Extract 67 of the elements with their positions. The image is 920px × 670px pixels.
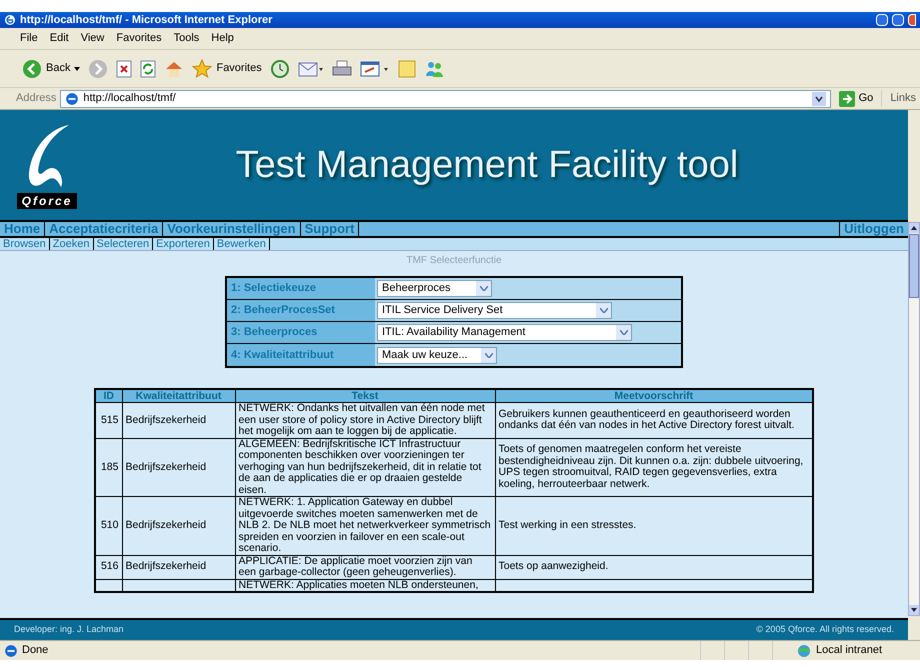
logo-text: Qforce [16, 193, 78, 209]
table-cell: NETWERK: Ondanks het uitvallen van één node met een user store of policy store in Active Directory blijft het mogelijk om aan te loggen bij de applicatie. [235, 402, 495, 438]
subnav-link[interactable]: Zoeken [50, 238, 94, 250]
column-header: ID [95, 389, 122, 402]
go-arrow-icon [838, 90, 855, 106]
section-title: TMF Selecteerfunctie [406, 254, 502, 268]
chevron-icon [620, 330, 628, 335]
stop-icon[interactable] [116, 60, 132, 78]
menu-item[interactable]: Edit [50, 30, 69, 47]
chevron-icon [484, 352, 492, 358]
copyright-text: © 2005 Qforce. All rights reserved. [756, 623, 894, 636]
select-field[interactable]: ITIL Service Delivery Set [377, 302, 612, 319]
printer-icon[interactable] [332, 60, 352, 78]
scroll-thumb[interactable] [909, 234, 919, 298]
chevron-icon [480, 286, 488, 291]
zone-text: Local intranet [816, 643, 884, 658]
field-label: 1: Selectiekeuze [227, 278, 375, 299]
table-cell: APPLICATIE: De applicatie moet voorzien zijn van een garbage-collector (geen geheugenverlies). [235, 555, 495, 579]
history-icon[interactable] [270, 58, 290, 78]
menu-item[interactable]: Help [211, 30, 234, 47]
developer-text: Developer: ing. J. Lachman [14, 623, 124, 636]
address-label: Address [16, 91, 56, 106]
scroll-up-icon[interactable] [909, 223, 919, 233]
column-header: Kwaliteitattribuut [122, 389, 235, 402]
table-cell: 515 [95, 402, 122, 438]
back-button[interactable]: Back [22, 58, 80, 78]
address-field[interactable]: http://localhost/tmf/ [60, 90, 831, 108]
select-field[interactable]: Beheerproces [377, 280, 492, 297]
field-label: 4: Kwaliteitattribuut [227, 344, 375, 366]
scrollbar[interactable] [908, 222, 920, 616]
table-cell: NETWERK: 1. Application Gateway en dubbel uitgevoerde switches moeten samenwerken met de NLB 2. De NLB moet het netwerkverkeer symmetrisch spreiden en voorzien in failover en een scale-out scenario. [235, 496, 495, 555]
subnav-link[interactable]: Browsen [0, 238, 50, 250]
select-field[interactable]: ITIL: Availability Management [377, 324, 632, 341]
table-cell: Bedrijfszekerheid [122, 555, 235, 579]
maximize-button[interactable] [892, 14, 904, 26]
scroll-down-icon[interactable] [909, 605, 919, 615]
table-cell: 510 [95, 496, 122, 555]
column-header: Tekst [235, 389, 495, 402]
select-field[interactable]: Maak uw keuze... [377, 346, 497, 364]
field-label: 3: Beheerproces [227, 322, 375, 343]
status-text: Done [22, 643, 50, 658]
mail-icon[interactable] [298, 60, 324, 78]
go-button[interactable]: Go [834, 90, 878, 107]
menu-item[interactable]: Favorites [116, 30, 162, 47]
field-label: 2: BeheerProcesSet [227, 300, 375, 321]
menu-item[interactable]: Tools [174, 30, 200, 47]
star-icon [192, 58, 212, 78]
menu-item[interactable]: View [80, 30, 104, 47]
subnav-link[interactable]: Bewerken [214, 238, 270, 250]
column-header: Meetvoorschrift [495, 389, 813, 402]
close-button[interactable] [908, 14, 916, 26]
subnav-link[interactable]: Exporteren [153, 238, 214, 250]
favorites-button[interactable]: Favorites [192, 58, 262, 78]
table-cell: Bedrijfszekerheid [122, 402, 235, 438]
links-button[interactable]: Links [881, 90, 920, 107]
refresh-icon[interactable] [140, 60, 156, 78]
table-cell: Bedrijfszekerheid [122, 496, 235, 555]
table-cell: 516 [95, 555, 122, 579]
chevron-icon [600, 308, 608, 313]
edit-icon[interactable] [360, 60, 390, 78]
caret-icon [74, 66, 80, 70]
page-heading: Test Management Facility tool [236, 142, 738, 188]
subnav-link[interactable]: Selecteren [94, 238, 154, 250]
minimize-button[interactable] [876, 14, 888, 26]
menu-item[interactable]: File [20, 30, 38, 47]
window-title: http://localhost/tmf/ - Microsoft Internet Explorer [20, 12, 272, 28]
browser-icon [4, 14, 16, 26]
